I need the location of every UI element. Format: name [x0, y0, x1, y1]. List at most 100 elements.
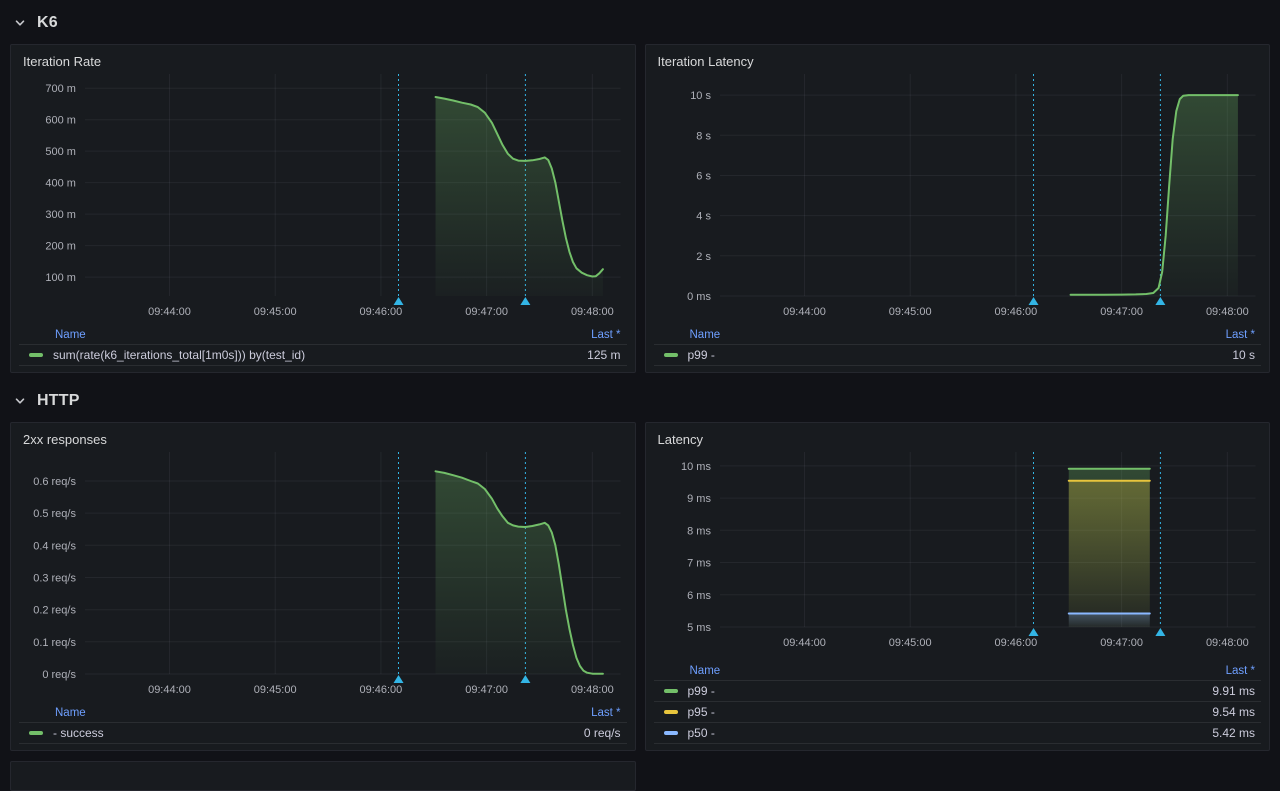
legend-header: Name Last *: [19, 707, 627, 722]
x-axis-tick-label: 09:47:00: [1100, 306, 1143, 318]
legend-last-value: 0 req/s: [584, 726, 621, 740]
annotation-marker[interactable]: [394, 675, 404, 683]
legend-rows: - success 0 req/s: [19, 722, 627, 744]
panel-title[interactable]: 2xx responses: [23, 430, 627, 449]
y-axis-tick-label: 5 ms: [687, 622, 711, 634]
chart-canvas[interactable]: 0 req/s 0.1 req/s 0.2 req/s 0.3 req/s 0.4 re…: [19, 452, 627, 700]
legend-last-value: 9.54 ms: [1212, 705, 1255, 719]
section-header-http[interactable]: HTTP: [14, 390, 1270, 412]
legend-name-header[interactable]: Name: [690, 329, 721, 341]
panel-iteration-rate: Iteration Rate 100 m200 m300 m400 m500 m…: [10, 44, 636, 373]
y-axis-tick-label: 0.2 req/s: [33, 605, 76, 617]
chart-canvas[interactable]: 100 m200 m300 m400 m500 m600 m700 m09:44…: [19, 74, 627, 322]
legend-rows: p99 - 10 s: [654, 344, 1262, 366]
legend-series-label: - success: [53, 726, 574, 740]
legend-series-label: sum(rate(k6_iterations_total[1m0s])) by(…: [53, 348, 577, 362]
legend-last-header[interactable]: Last *: [1226, 665, 1255, 677]
annotation-marker[interactable]: [394, 297, 404, 305]
legend-row[interactable]: p99 -9.91 ms: [654, 680, 1262, 701]
y-axis-tick-label: 10 ms: [681, 461, 711, 473]
x-axis-tick-label: 09:45:00: [254, 684, 297, 696]
y-axis-tick-label: 200 m: [45, 241, 76, 253]
series-color-marker: [29, 731, 43, 735]
next-panel-peek: [10, 761, 636, 791]
legend-header: Name Last *: [19, 329, 627, 344]
series-fill: [436, 471, 603, 674]
panel-2xx-responses: 2xx responses 0 req/s0.1 req/s0.2 req/s0…: [10, 422, 636, 751]
legend: Name Last * sum(rate(k6_iterations_total…: [19, 329, 627, 366]
legend-name-header[interactable]: Name: [55, 329, 86, 341]
x-axis-tick-label: 09:46:00: [994, 637, 1037, 649]
legend-row[interactable]: p95 - 9.54 ms: [654, 701, 1262, 722]
panel-title[interactable]: Latency: [658, 430, 1262, 449]
series-color-marker: [664, 710, 678, 714]
y-axis-tick-label: 0.3 req/s: [33, 572, 76, 584]
legend-last-header[interactable]: Last *: [591, 707, 620, 719]
legend-last-value: 9.91 ms: [1212, 684, 1255, 698]
chart-iteration-latency[interactable]: 0 ms2 s4 s6 s8 s10 s09:44:0009:45:0009:4…: [654, 74, 1262, 327]
legend-header: Name Last *: [654, 329, 1262, 344]
y-axis-tick-label: 0 ms: [687, 291, 711, 303]
legend-row[interactable]: p50 -5.42 ms: [654, 722, 1262, 743]
panel-row-http: 2xx responses 0 req/s0.1 req/s0.2 req/s0…: [10, 422, 1270, 751]
legend-row[interactable]: p99 - 10 s: [654, 344, 1262, 365]
annotation-marker[interactable]: [520, 297, 530, 305]
annotation-marker[interactable]: [1028, 297, 1038, 305]
x-axis-tick-label: 09:48:00: [571, 306, 614, 318]
x-axis-tick-label: 09:44:00: [783, 306, 826, 318]
legend-rows: p99 -9.91 ms p95 - 9.54 ms p50 -5.42 ms: [654, 680, 1262, 744]
series-color-marker: [29, 353, 43, 357]
y-axis-tick-label: 300 m: [45, 209, 76, 221]
dashboard: K6 Iteration Rate 100 m200 m300 m400 m50…: [0, 0, 1280, 791]
panel-title[interactable]: Iteration Latency: [658, 52, 1262, 71]
series-fill: [1068, 481, 1149, 627]
y-axis-tick-label: 4 s: [696, 211, 711, 223]
legend-last-value: 10 s: [1232, 348, 1255, 362]
chart-canvas[interactable]: 5 ms6 ms7 ms8 ms9 ms10 ms09:44:0009:45:0…: [654, 452, 1262, 653]
x-axis-tick-label: 09:47:00: [465, 306, 508, 318]
section-title-http: HTTP: [37, 392, 80, 410]
panel-latency: Latency 5 ms6 ms7 ms8 ms9 ms10 ms09:44:0…: [645, 422, 1271, 751]
y-axis-tick-label: 9 ms: [687, 493, 711, 505]
chart-latency[interactable]: 5 ms6 ms7 ms8 ms9 ms10 ms09:44:0009:45:0…: [654, 452, 1262, 658]
legend-last-header[interactable]: Last *: [1226, 329, 1255, 341]
y-axis-tick-label: 10 s: [690, 90, 711, 102]
x-axis-tick-label: 09:48:00: [1205, 306, 1248, 318]
panel-title[interactable]: Iteration Rate: [23, 52, 627, 71]
chart-2xx-responses[interactable]: 0 req/s 0.1 req/s 0.2 req/s 0.3 req/s 0.4 re…: [19, 452, 627, 705]
y-axis-tick-label: 0.4 req/s: [33, 540, 76, 552]
series-fill: [1068, 614, 1149, 628]
series-color-marker: [664, 353, 678, 357]
chart-iteration-rate[interactable]: 100 m200 m300 m400 m500 m600 m700 m09:44…: [19, 74, 627, 327]
legend-name-header[interactable]: Name: [55, 707, 86, 719]
annotation-marker[interactable]: [520, 675, 530, 683]
y-axis-tick-label: 600 m: [45, 115, 76, 127]
legend-last-header[interactable]: Last *: [591, 329, 620, 341]
y-axis-tick-label: 2 s: [696, 251, 711, 263]
y-axis-tick-label: 0 req/s: [42, 669, 76, 681]
legend-series-label: p95 -: [688, 705, 1203, 719]
x-axis-tick-label: 09:46:00: [360, 684, 403, 696]
legend-row[interactable]: - success 0 req/s: [19, 722, 627, 743]
panel-iteration-latency: Iteration Latency 0 ms2 s4 s6 s8 s10 s09…: [645, 44, 1271, 373]
chart-canvas[interactable]: 0 ms2 s4 s6 s8 s10 s09:44:0009:45:0009:4…: [654, 74, 1262, 322]
annotation-marker[interactable]: [1155, 628, 1165, 636]
y-axis-tick-label: 8 ms: [687, 525, 711, 537]
annotation-marker[interactable]: [1028, 628, 1038, 636]
legend-name-header[interactable]: Name: [690, 665, 721, 677]
y-axis-tick-label: 0.6 req/s: [33, 476, 76, 488]
x-axis-tick-label: 09:47:00: [465, 684, 508, 696]
y-axis-tick-label: 0.1 req/s: [33, 637, 76, 649]
x-axis-tick-label: 09:48:00: [1205, 637, 1248, 649]
panel-row-k6: Iteration Rate 100 m200 m300 m400 m500 m…: [10, 44, 1270, 373]
y-axis-tick-label: 8 s: [696, 130, 711, 142]
legend: Name Last * p99 -9.91 ms p95 - 9.54 ms p50 …: [654, 665, 1262, 744]
legend: Name Last * - success 0 req/s: [19, 707, 627, 744]
series-fill: [1070, 95, 1237, 296]
y-axis-tick-label: 400 m: [45, 178, 76, 190]
annotation-marker[interactable]: [1155, 297, 1165, 305]
section-header-k6[interactable]: K6: [14, 12, 1270, 34]
legend-row[interactable]: sum(rate(k6_iterations_total[1m0s])) by(…: [19, 344, 627, 365]
legend-series-label: p99 -: [688, 348, 1223, 362]
section-title-k6: K6: [37, 14, 58, 32]
